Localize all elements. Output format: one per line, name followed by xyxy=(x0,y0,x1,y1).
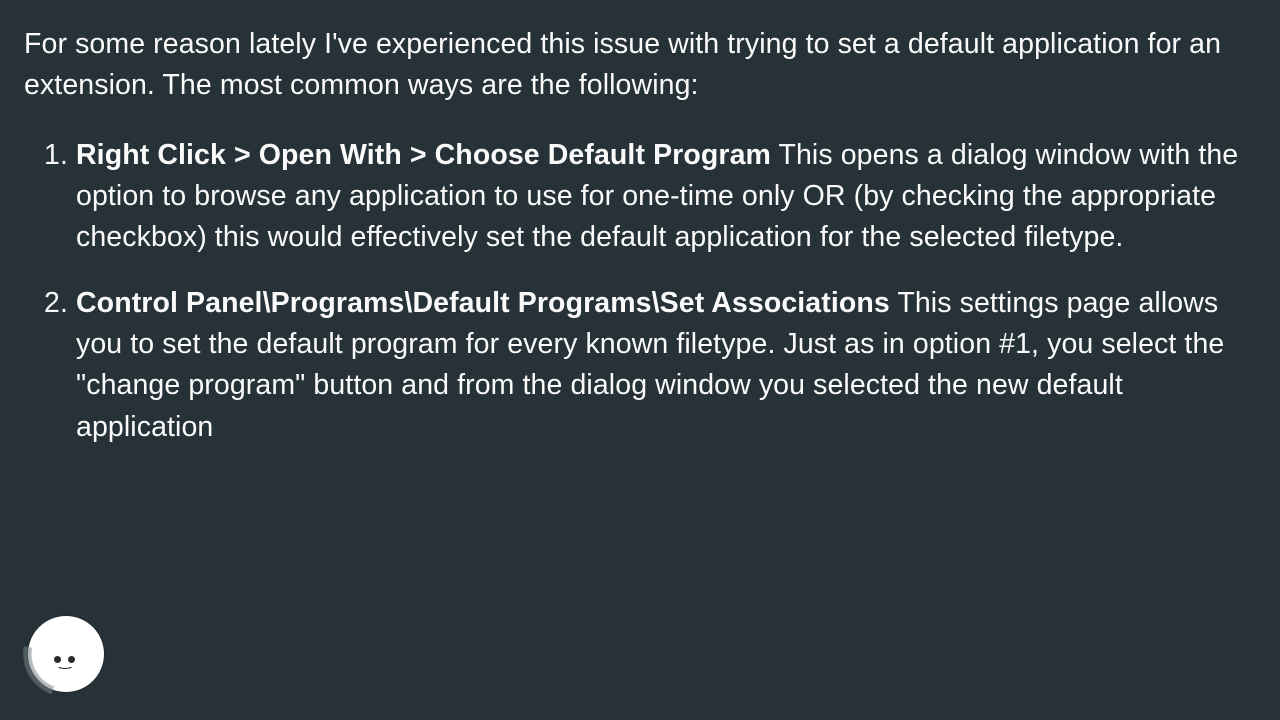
list-item: Control Panel\Programs\Default Programs\… xyxy=(76,283,1256,448)
list-item-bold: Right Click > Open With > Choose Default… xyxy=(76,139,771,171)
article-body: For some reason lately I've experienced … xyxy=(0,0,1280,448)
list-item: Right Click > Open With > Choose Default… xyxy=(76,135,1256,259)
avatar-face-icon xyxy=(28,616,104,692)
list-item-bold: Control Panel\Programs\Default Programs\… xyxy=(76,287,890,319)
assistant-avatar[interactable] xyxy=(28,616,104,692)
intro-paragraph: For some reason lately I've experienced … xyxy=(24,24,1256,107)
methods-list: Right Click > Open With > Choose Default… xyxy=(24,135,1256,448)
